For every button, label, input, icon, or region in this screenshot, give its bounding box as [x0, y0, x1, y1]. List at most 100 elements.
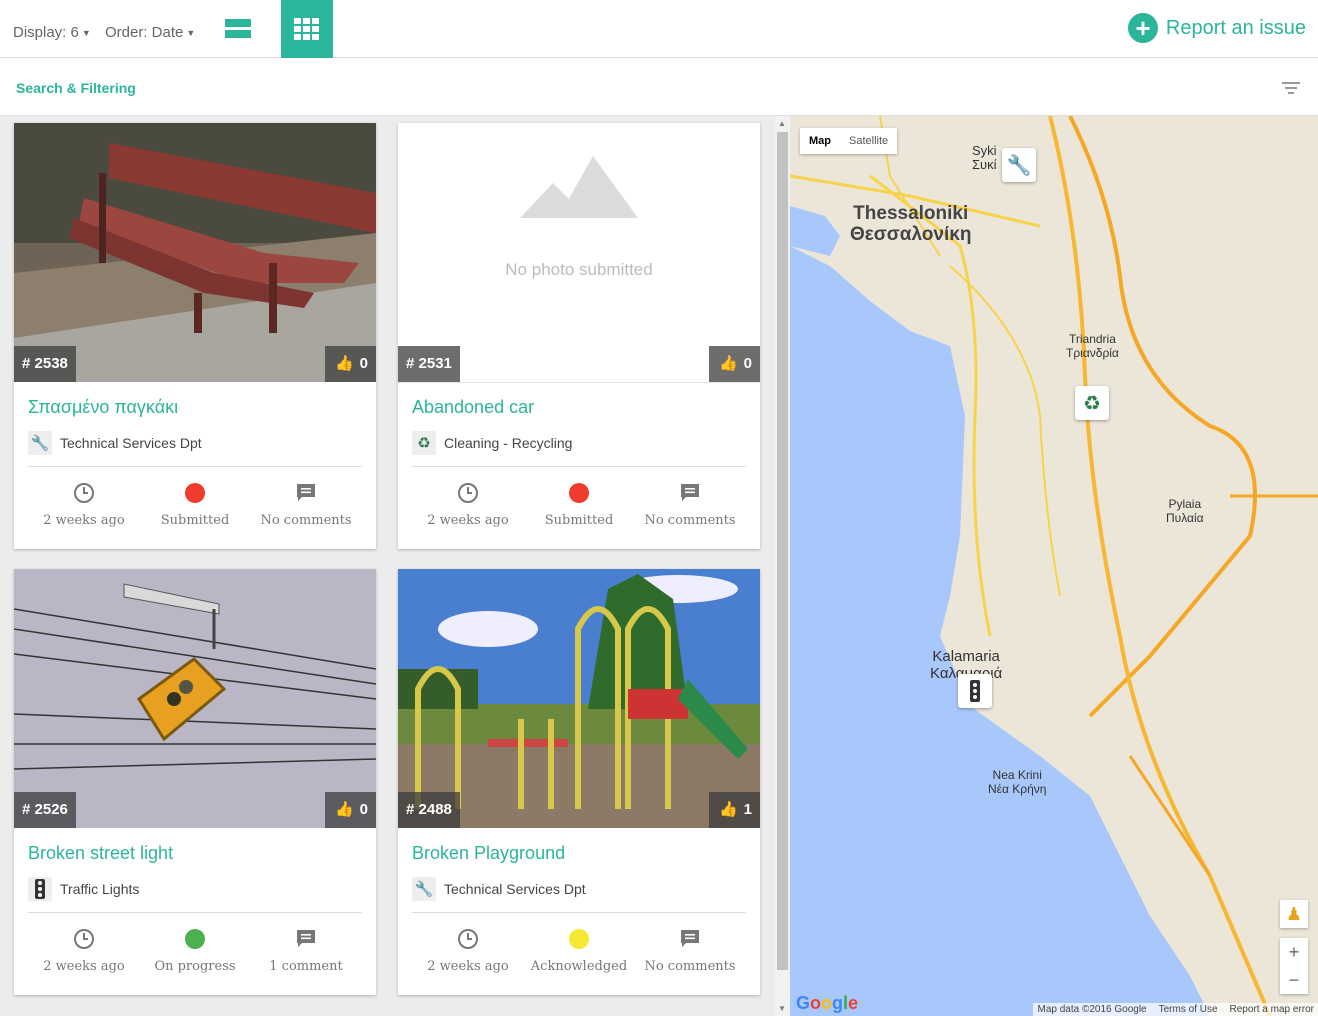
issue-photo-placeholder[interactable]: No photo submitted # 2531 👍 0	[398, 123, 760, 382]
map-type-control: Map Satellite	[800, 128, 898, 154]
status-label: Acknowledged	[530, 959, 628, 974]
map-label-pylaia: Pylaia Πυλαία	[1166, 497, 1204, 525]
divider	[412, 466, 746, 467]
issue-comments[interactable]: No comments	[246, 481, 366, 528]
thumbs-up-icon: 👍	[718, 355, 738, 372]
issue-comments[interactable]: No comments	[630, 481, 750, 528]
order-dropdown[interactable]: Order: Date ▼	[105, 24, 195, 41]
map-label-syki: Syki Συκί	[972, 143, 997, 172]
issue-comments[interactable]: 1 comment	[246, 927, 366, 974]
grid-view-button[interactable]	[281, 0, 333, 58]
clock-icon	[24, 927, 144, 951]
map-attribution: Map data ©2016 Google Terms of Use Repor…	[1033, 1003, 1318, 1016]
caret-down-icon: ▼	[186, 28, 196, 39]
thumbs-up-icon: 👍	[334, 801, 354, 818]
map-marker-traffic-light[interactable]	[958, 674, 992, 708]
order-label: Order: Date	[105, 24, 184, 41]
issue-title[interactable]: Abandoned car	[412, 397, 534, 418]
issue-photo-streetlight[interactable]: # 2526 👍 0	[14, 569, 376, 828]
zoom-out-button[interactable]: −	[1280, 966, 1308, 994]
like-button[interactable]: 👍 0	[324, 346, 376, 382]
clock-icon	[408, 927, 528, 951]
clock-icon	[24, 481, 144, 505]
map-marker-wrench[interactable]: 🔧	[1002, 148, 1036, 182]
issue-photo-playground[interactable]: # 2488 👍 1	[398, 569, 760, 828]
terms-link[interactable]: Terms of Use	[1159, 1004, 1218, 1015]
issue-category: 🔧 Technical Services Dpt	[412, 877, 586, 901]
display-count-label: Display: 6	[13, 24, 79, 41]
divider	[398, 382, 760, 383]
issue-card[interactable]: # 2526 👍 0 Broken street light Traffic Li…	[14, 569, 376, 995]
map-marker-recycle[interactable]: ♻	[1075, 386, 1109, 420]
issue-category: 🔧 Technical Services Dpt	[28, 431, 202, 455]
issue-category: ♻ Cleaning - Recycling	[412, 431, 572, 455]
map-label-triandria: Triandria Τριανδρία	[1066, 332, 1119, 360]
list-view-button[interactable]	[212, 0, 264, 58]
comment-icon	[630, 481, 750, 505]
map-data-text[interactable]: Map data ©2016 Google	[1037, 1004, 1146, 1015]
comments-label: No comments	[644, 513, 736, 528]
pegman-button[interactable]: ♟	[1280, 900, 1308, 928]
issue-status: Submitted	[519, 481, 639, 528]
issue-time: 2 weeks ago	[408, 481, 528, 528]
comment-icon	[246, 927, 366, 951]
thumbs-up-icon: 👍	[334, 355, 354, 372]
pegman-icon: ♟	[1285, 903, 1303, 924]
mountain-placeholder-icon	[520, 156, 638, 218]
category-label: Technical Services Dpt	[60, 435, 202, 451]
grid-scrollbar[interactable]: ▲ ▼	[775, 116, 790, 1016]
filter-bar: Search & Filtering	[0, 58, 1318, 116]
status-dot	[569, 483, 589, 503]
like-button[interactable]: 👍 0	[708, 346, 760, 382]
thumbs-up-icon: 👍	[718, 801, 738, 818]
status-label: On progress	[154, 959, 236, 974]
status-label: Submitted	[544, 513, 614, 528]
issue-title[interactable]: Broken Playground	[412, 843, 565, 864]
divider	[28, 466, 362, 467]
issue-comments[interactable]: No comments	[630, 927, 750, 974]
like-button[interactable]: 👍 0	[324, 792, 376, 828]
report-issue-button[interactable]: + Report an issue	[1127, 13, 1306, 43]
issue-card[interactable]: # 2538 👍 0 Σπασμένο παγκάκι 🔧 Technical S…	[14, 123, 376, 549]
status-dot	[185, 929, 205, 949]
category-label: Cleaning - Recycling	[444, 435, 573, 451]
issue-card[interactable]: No photo submitted # 2531 👍 0 Abandoned c…	[398, 123, 760, 549]
comment-icon	[630, 927, 750, 951]
issue-card[interactable]: # 2488 👍 1 Broken Playground 🔧 Technical …	[398, 569, 760, 995]
issue-time: 2 weeks ago	[24, 481, 144, 528]
issue-status: On progress	[135, 927, 255, 974]
grid-view-icon	[294, 18, 319, 40]
traffic-light-icon	[28, 877, 52, 901]
recycle-icon: ♻	[412, 431, 436, 455]
zoom-in-button[interactable]: +	[1280, 938, 1308, 966]
like-count: 0	[359, 801, 368, 818]
time-label: 2 weeks ago	[43, 959, 125, 974]
issue-photo-bench[interactable]: # 2538 👍 0	[14, 123, 376, 382]
scrollbar-thumb[interactable]	[777, 132, 788, 970]
report-map-error-link[interactable]: Report a map error	[1230, 1004, 1314, 1015]
scroll-down-icon[interactable]: ▼	[778, 1004, 786, 1013]
scroll-up-icon[interactable]: ▲	[778, 119, 786, 128]
recycle-icon: ♻	[1083, 392, 1101, 415]
status-dot	[185, 483, 205, 503]
issue-title[interactable]: Σπασμένο παγκάκι	[28, 397, 178, 418]
like-button[interactable]: 👍 1	[708, 792, 760, 828]
map-type-satellite-button[interactable]: Satellite	[840, 128, 897, 154]
divider	[412, 912, 746, 913]
issues-map[interactable]: Map Satellite Syki Συκί Thessaloniki Θεσ…	[790, 116, 1318, 1016]
no-photo-text: No photo submitted	[505, 260, 653, 279]
clock-icon	[408, 481, 528, 505]
filter-icon[interactable]	[1282, 82, 1300, 97]
issue-title[interactable]: Broken street light	[28, 843, 173, 864]
time-label: 2 weeks ago	[427, 959, 509, 974]
like-count: 1	[743, 801, 752, 818]
search-filtering-toggle[interactable]: Search & Filtering	[16, 80, 136, 96]
issue-id-badge: # 2526	[14, 792, 76, 828]
comments-label: 1 comment	[269, 959, 343, 974]
plus-icon: +	[1127, 13, 1158, 43]
display-count-dropdown[interactable]: Display: 6 ▼	[13, 24, 91, 41]
category-label: Traffic Lights	[60, 881, 140, 897]
wrench-icon: 🔧	[412, 877, 436, 901]
map-type-map-button[interactable]: Map	[800, 128, 840, 154]
comments-label: No comments	[260, 513, 352, 528]
